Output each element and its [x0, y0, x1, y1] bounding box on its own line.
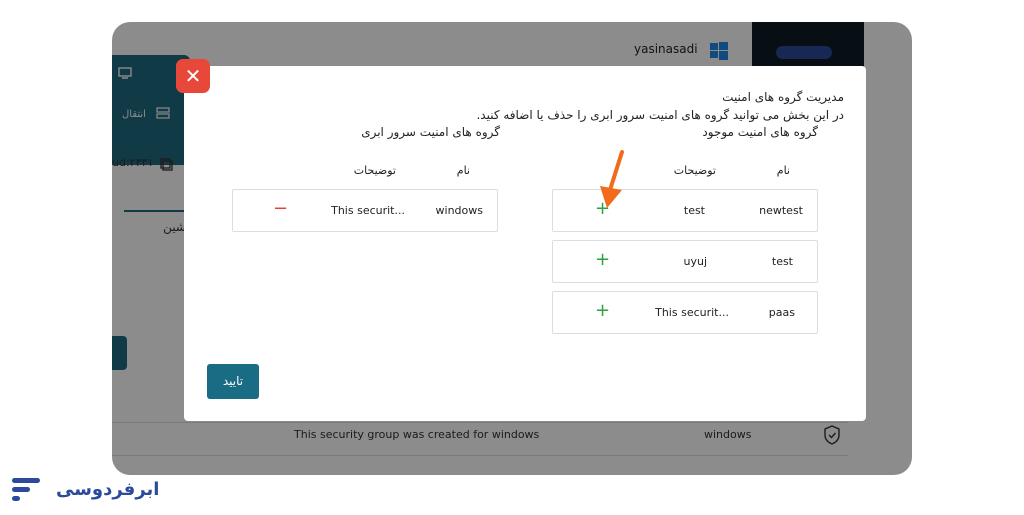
- group-name: windows: [435, 204, 483, 217]
- add-group-button[interactable]: +: [595, 250, 610, 270]
- available-group-row: paas ...This securit +: [552, 291, 818, 334]
- group-description: uyuj: [683, 255, 707, 268]
- modal-subtitle: در این بخش می توانید گروه های امنیت سرور…: [476, 108, 844, 122]
- available-group-row: newtest test +: [552, 189, 818, 232]
- cloud-groups-heading: گروه های امنیت سرور ابری: [361, 125, 500, 139]
- group-name: test: [771, 255, 793, 268]
- cloud-col-description: توضیحات: [353, 164, 396, 177]
- confirm-button[interactable]: تایید: [207, 364, 259, 399]
- group-description: ...This securit: [331, 204, 405, 217]
- cloud-group-row: windows ...This securit −: [232, 189, 498, 232]
- group-description: ...This securit: [655, 306, 729, 319]
- security-groups-modal: مدیریت گروه های امنیت در این بخش می توان…: [184, 66, 866, 421]
- modal-title: مدیریت گروه های امنیت: [722, 90, 844, 104]
- pointer-arrow-icon: [600, 150, 624, 208]
- brand-logo: ابرفردوسی: [12, 476, 159, 506]
- available-col-name: نام: [776, 164, 790, 177]
- cloud-col-name: نام: [456, 164, 470, 177]
- brand-logo-icon: [12, 478, 40, 501]
- close-icon[interactable]: ✕: [176, 59, 210, 93]
- group-description: test: [683, 204, 705, 217]
- available-groups-heading: گروه های امنیت موجود: [702, 125, 818, 139]
- remove-group-button[interactable]: −: [273, 199, 288, 219]
- add-group-button[interactable]: +: [595, 301, 610, 321]
- group-name: paas: [768, 306, 795, 319]
- brand-name: ابرفردوسی: [56, 479, 160, 500]
- available-col-description: توضیحات: [673, 164, 716, 177]
- available-group-row: test uyuj +: [552, 240, 818, 283]
- group-name: newtest: [759, 204, 803, 217]
